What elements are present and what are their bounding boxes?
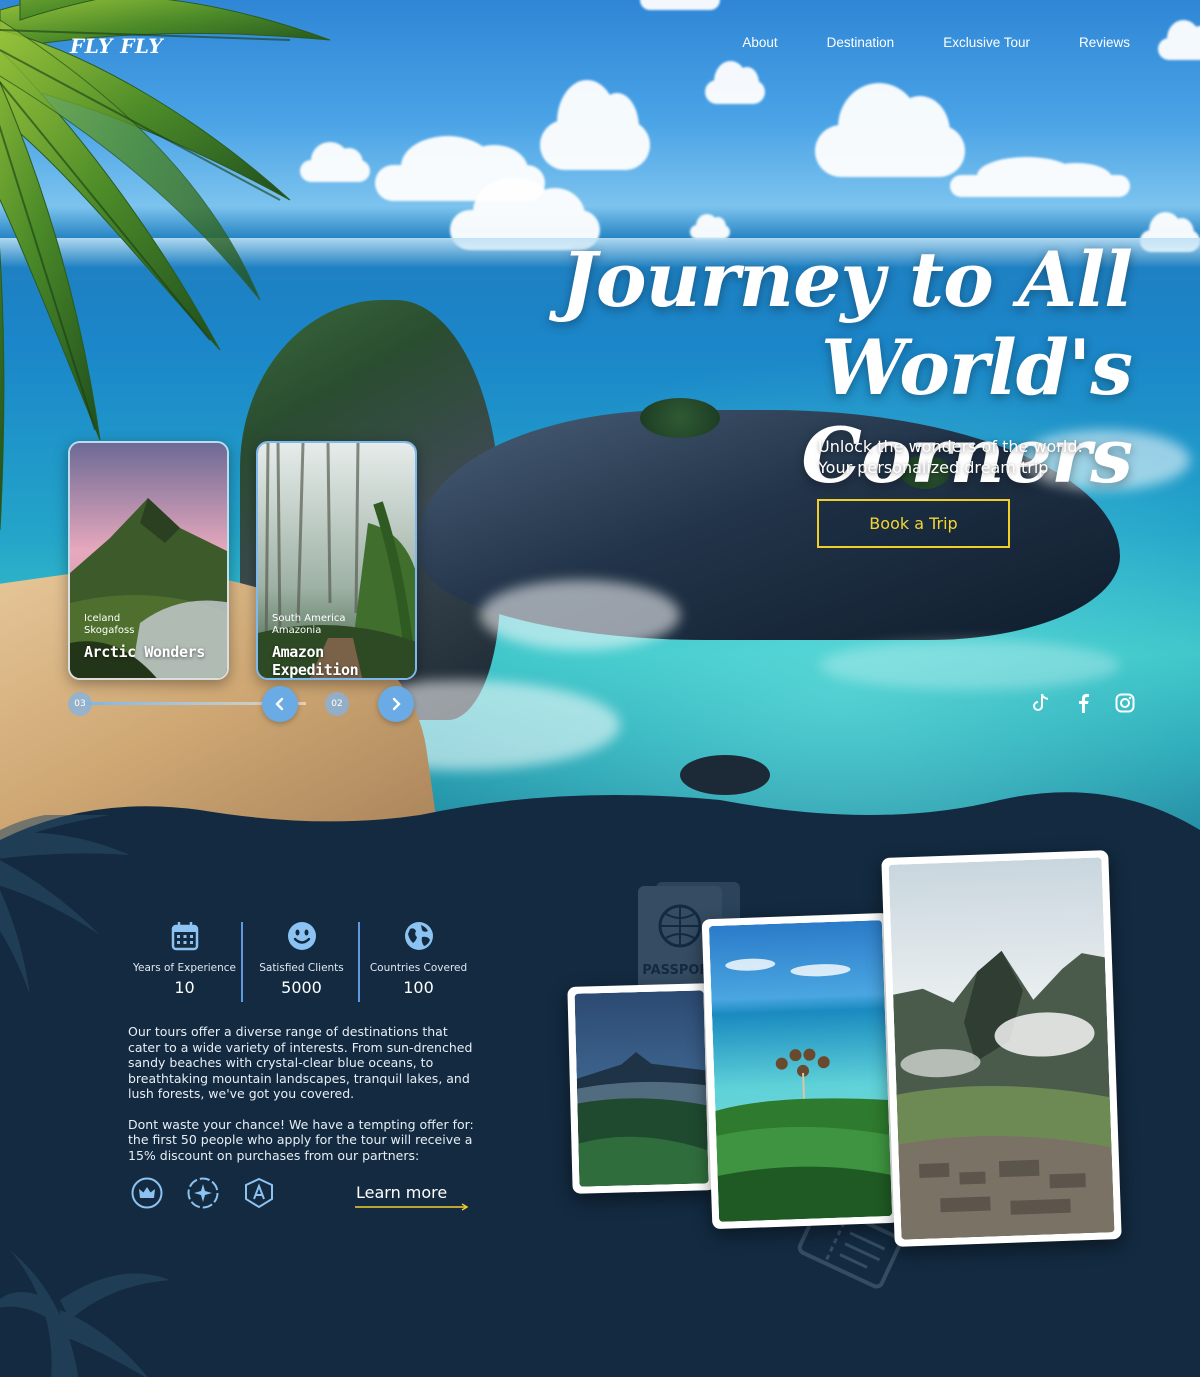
- slide-index-left: 03: [68, 692, 92, 716]
- card-country: South America: [272, 613, 346, 624]
- stat-label: Years of Experience: [132, 962, 237, 974]
- about-text: Our tours offer a diverse range of desti…: [128, 1024, 478, 1163]
- cloud: [640, 0, 720, 10]
- next-arrow-button[interactable]: [378, 686, 414, 722]
- palm-silhouette: [0, 815, 130, 995]
- resort-image: [708, 920, 893, 1222]
- card-title: Amazon Expedition: [272, 643, 359, 679]
- destination-card-arctic[interactable]: Iceland Skogafoss Arctic Wonders: [68, 441, 229, 680]
- photo-image: [574, 990, 709, 1187]
- card-location: South America Amazonia: [272, 613, 346, 637]
- nav-destination[interactable]: Destination: [827, 35, 895, 50]
- stat-years: Years of Experience 10: [126, 918, 243, 1002]
- photo-maldives[interactable]: [701, 912, 900, 1230]
- photo-machu-picchu[interactable]: [881, 850, 1122, 1247]
- palm-silhouette: [0, 1250, 170, 1377]
- subline-2: Your personalized dream trip: [818, 458, 1049, 477]
- card-slider: 03 02: [66, 686, 426, 722]
- star-badge-icon[interactable]: [186, 1176, 220, 1210]
- hero-section: FLY FLY About Destination Exclusive Tour…: [0, 0, 1200, 860]
- cloud: [1158, 20, 1200, 60]
- card-place: Amazonia: [272, 625, 322, 636]
- stat-countries: Countries Covered 100: [360, 918, 477, 997]
- stats-row: Years of Experience 10 Satisfied Clients…: [126, 918, 477, 1002]
- photo-volcano-valley[interactable]: [567, 983, 716, 1194]
- photo-image: [888, 857, 1115, 1240]
- cloud: [815, 83, 965, 177]
- facebook-icon[interactable]: [1072, 692, 1094, 714]
- mountain-ruins-image: [888, 857, 1115, 1240]
- slide-index-right: 02: [325, 692, 349, 716]
- stat-clients: Satisfied Clients 5000: [243, 918, 360, 1002]
- letter-a-shield-icon[interactable]: [242, 1176, 276, 1210]
- card-place: Skogafoss: [84, 625, 135, 636]
- cloud: [950, 157, 1130, 197]
- chevron-left-icon: [275, 697, 284, 711]
- stat-value: 100: [403, 978, 434, 997]
- destination-card-amazon[interactable]: South America Amazonia Amazon Expedition: [256, 441, 417, 680]
- nav-reviews[interactable]: Reviews: [1079, 35, 1130, 50]
- instagram-icon[interactable]: [1114, 692, 1136, 714]
- smiley-icon: [243, 918, 360, 954]
- tiktok-icon[interactable]: [1030, 692, 1052, 714]
- surf-foam: [480, 580, 680, 650]
- photo-image: [708, 920, 893, 1222]
- chevron-right-icon: [392, 697, 401, 711]
- cloud: [705, 60, 765, 104]
- cloud: [540, 80, 650, 170]
- social-links: [1030, 692, 1136, 714]
- surf-foam: [820, 640, 1120, 690]
- about-paragraph-1: Our tours offer a diverse range of desti…: [128, 1024, 473, 1101]
- nav-about[interactable]: About: [742, 35, 777, 50]
- logo[interactable]: FLY FLY: [70, 34, 163, 58]
- subline-1: Unlock the wonders of the world:: [818, 437, 1083, 456]
- book-trip-button[interactable]: Book a Trip: [817, 499, 1010, 548]
- globe-icon: [360, 918, 477, 954]
- stat-value: 10: [174, 978, 195, 997]
- hero-subline: Unlock the wonders of the world: Your pe…: [818, 436, 1148, 478]
- nav-exclusive-tour[interactable]: Exclusive Tour: [943, 35, 1030, 50]
- arrow-right-icon: [355, 1203, 469, 1211]
- headline-line-1: Journey to All World's: [560, 235, 1133, 412]
- prev-arrow-button[interactable]: [262, 686, 298, 722]
- volcano-image: [574, 990, 709, 1187]
- card-country: Iceland: [84, 613, 121, 624]
- stat-value: 5000: [281, 978, 322, 997]
- card-location: Iceland Skogafoss: [84, 613, 134, 637]
- card-title: Arctic Wonders: [84, 643, 205, 661]
- partner-logos: [130, 1176, 276, 1210]
- learn-more-link[interactable]: Learn more: [356, 1183, 447, 1202]
- crown-icon[interactable]: [130, 1176, 164, 1210]
- calendar-icon: [126, 918, 243, 954]
- stat-label: Countries Covered: [369, 962, 468, 974]
- about-paragraph-2: Dont waste your chance! We have a tempti…: [128, 1116, 474, 1163]
- main-nav: About Destination Exclusive Tour Reviews: [742, 35, 1130, 50]
- stat-label: Satisfied Clients: [259, 962, 344, 974]
